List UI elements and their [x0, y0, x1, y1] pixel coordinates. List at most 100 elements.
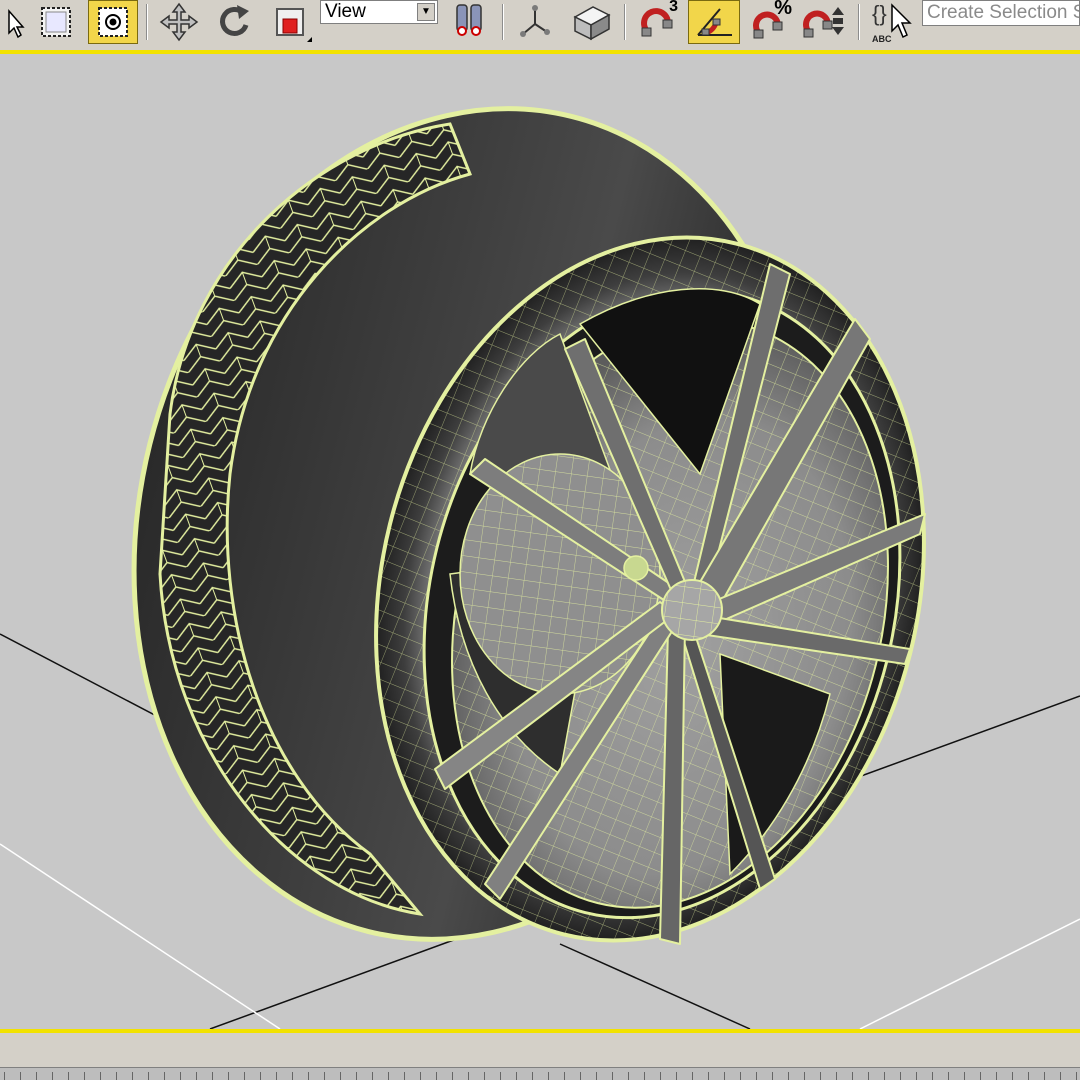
ruler-tick: [68, 1072, 69, 1080]
ruler-tick: [692, 1072, 693, 1080]
snap-dimension-label: 3: [669, 0, 678, 15]
ruler-tick: [852, 1072, 853, 1080]
ruler-tick: [548, 1072, 549, 1080]
window-crossing-button[interactable]: [88, 0, 138, 44]
select-and-rotate-button[interactable]: [210, 0, 258, 44]
ruler-tick: [948, 1072, 949, 1080]
edit-named-selection-sets-button[interactable]: {} ABC: [866, 0, 918, 44]
ruler-tick: [100, 1072, 101, 1080]
select-and-manipulate-button[interactable]: [512, 0, 558, 44]
ruler-tick: [612, 1072, 613, 1080]
ruler-tick: [580, 1072, 581, 1080]
svg-text:{}: {}: [872, 1, 887, 26]
select-and-move-button[interactable]: [156, 0, 202, 44]
select-and-scale-button[interactable]: [266, 0, 314, 44]
ruler-tick: [164, 1072, 165, 1080]
ruler-tick: [84, 1072, 85, 1080]
ruler-tick: [820, 1072, 821, 1080]
ruler-tick: [1012, 1072, 1013, 1080]
spinner-snap-toggle-button[interactable]: [800, 0, 850, 44]
ruler-tick: [836, 1072, 837, 1080]
ruler-tick: [1060, 1072, 1061, 1080]
ruler-tick: [148, 1072, 149, 1080]
percent-snap-toggle-button[interactable]: %: [744, 0, 794, 44]
toolbar-separator: [502, 4, 504, 40]
ruler-tick: [516, 1072, 517, 1080]
ruler-tick: [708, 1072, 709, 1080]
perspective-viewport[interactable]: [0, 50, 1080, 1033]
keyboard-shortcut-override-button[interactable]: [566, 0, 616, 44]
toolbar-separator: [858, 4, 860, 40]
main-toolbar: View ▼ 3 % {} ABC Create Selection S: [0, 0, 1080, 51]
window-crossing-icon: [98, 7, 128, 37]
scale-icon: [276, 8, 304, 36]
ruler-tick: [36, 1072, 37, 1080]
manipulate-icon: [520, 5, 550, 37]
ruler-tick: [180, 1072, 181, 1080]
ruler-tick: [996, 1072, 997, 1080]
reference-coordinate-value: View: [325, 1, 366, 22]
use-pivot-center-button[interactable]: [446, 0, 494, 44]
ruler-tick: [212, 1072, 213, 1080]
ruler-tick: [500, 1072, 501, 1080]
ruler-tick: [532, 1072, 533, 1080]
ruler-tick: [276, 1072, 277, 1080]
ruler-tick: [884, 1072, 885, 1080]
ruler-tick: [292, 1072, 293, 1080]
viewport-canvas[interactable]: [0, 54, 1080, 1029]
wheel-mesh[interactable]: [48, 54, 996, 1011]
ruler-tick: [1044, 1072, 1045, 1080]
ruler-tick: [676, 1072, 677, 1080]
ruler-tick: [964, 1072, 965, 1080]
ruler-tick: [324, 1072, 325, 1080]
ruler-tick: [932, 1072, 933, 1080]
select-region-icon: [41, 7, 71, 37]
ruler-tick: [980, 1072, 981, 1080]
ruler-tick: [1076, 1072, 1077, 1080]
angle-snap-icon: [697, 8, 732, 36]
ruler-tick: [596, 1072, 597, 1080]
ruler-tick: [468, 1072, 469, 1080]
chevron-down-icon[interactable]: ▼: [417, 3, 435, 21]
ruler-tick: [724, 1072, 725, 1080]
snaps-toggle-button[interactable]: 3: [632, 0, 682, 44]
ruler-tick: [228, 1072, 229, 1080]
track-bar-ruler[interactable]: [0, 1067, 1080, 1080]
ruler-tick: [196, 1072, 197, 1080]
select-cursor-icon: [8, 9, 25, 39]
toolbar-separator: [624, 4, 626, 40]
ruler-tick: [420, 1072, 421, 1080]
valve-stem[interactable]: [623, 555, 649, 581]
ruler-tick: [484, 1072, 485, 1080]
ruler-tick: [916, 1072, 917, 1080]
ruler-tick: [660, 1072, 661, 1080]
ruler-tick: [1028, 1072, 1029, 1080]
ruler-tick: [564, 1072, 565, 1080]
named-selection-badge: ABC: [872, 34, 892, 44]
ruler-tick: [388, 1072, 389, 1080]
named-selection-set-field[interactable]: Create Selection S: [922, 0, 1080, 26]
ruler-tick: [260, 1072, 261, 1080]
ruler-tick: [900, 1072, 901, 1080]
select-object-button[interactable]: [0, 0, 30, 44]
ruler-tick: [132, 1072, 133, 1080]
ruler-tick: [804, 1072, 805, 1080]
reference-coordinate-system-dropdown[interactable]: View ▼: [320, 0, 438, 24]
spinner-snap-icon: [803, 7, 844, 38]
move-icon: [159, 2, 199, 42]
selection-set-placeholder: Create Selection S: [927, 2, 1080, 23]
ruler-tick: [788, 1072, 789, 1080]
time-slider-panel[interactable]: [0, 1033, 1080, 1080]
ruler-tick: [356, 1072, 357, 1080]
ruler-tick: [52, 1072, 53, 1080]
ruler-tick: [452, 1072, 453, 1080]
ruler-tick: [244, 1072, 245, 1080]
ruler-tick: [436, 1072, 437, 1080]
keyboard-shortcut-icon: [573, 6, 611, 41]
ruler-tick: [740, 1072, 741, 1080]
angle-snap-toggle-button[interactable]: [688, 0, 740, 44]
ruler-tick: [628, 1072, 629, 1080]
select-region-button[interactable]: [34, 0, 78, 44]
rotate-icon: [220, 5, 249, 36]
ruler-tick: [20, 1072, 21, 1080]
